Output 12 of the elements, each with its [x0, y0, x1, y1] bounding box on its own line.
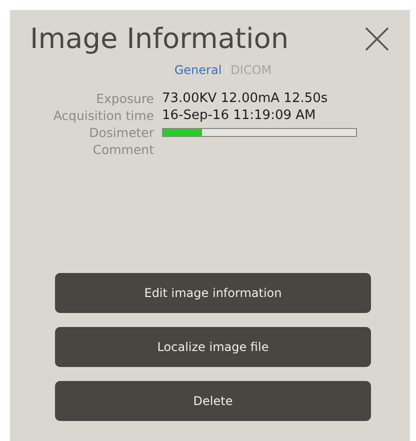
- dialog-title: Image Information: [30, 22, 289, 55]
- field-label: Comment: [92, 142, 154, 157]
- close-icon[interactable]: [364, 26, 390, 52]
- tab[interactable]: General: [174, 63, 222, 77]
- field-label: Acquisition time: [52, 108, 154, 123]
- field-label: Exposure: [95, 91, 154, 106]
- action-button[interactable]: Localize image file: [55, 327, 371, 367]
- action-button[interactable]: Edit image information: [55, 273, 371, 313]
- field-value: 73.00KV 12.00mA 12.50s: [162, 91, 329, 106]
- action-button[interactable]: Delete: [55, 381, 371, 421]
- field-label: Dosimeter: [88, 125, 154, 140]
- field-value: 16-Sep-16 11:19:09 AM: [162, 108, 317, 123]
